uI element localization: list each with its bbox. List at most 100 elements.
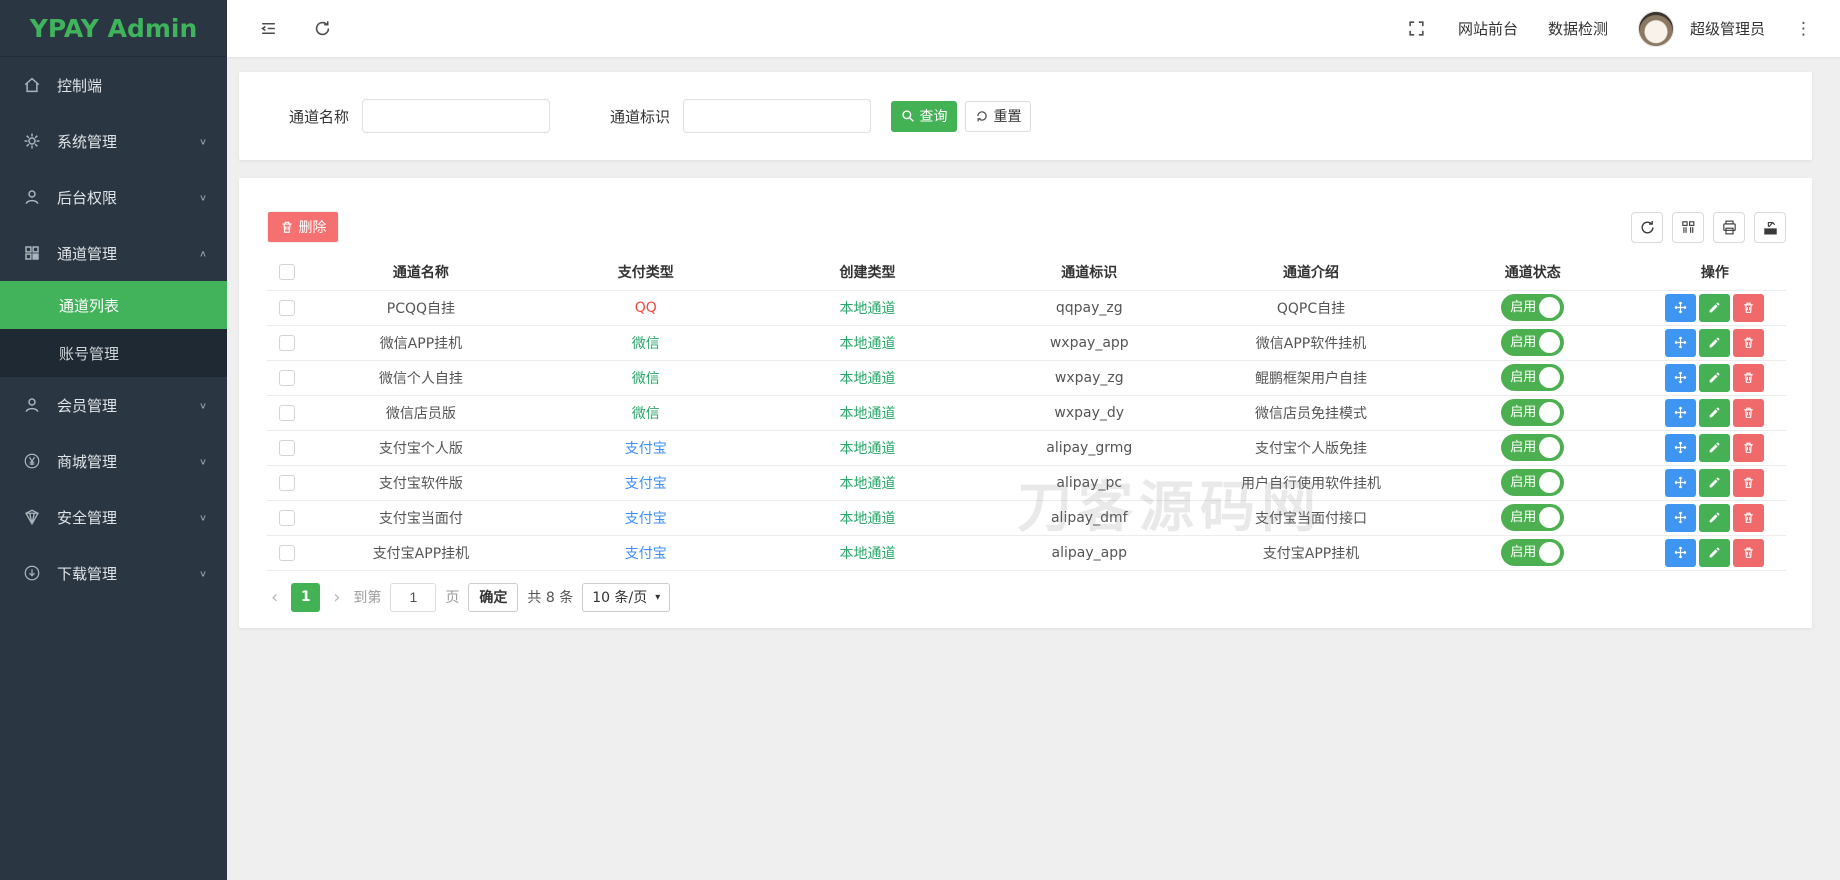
channel-code-cell: alipay_dmf [978,500,1201,536]
status-toggle[interactable]: 启用 [1501,399,1565,426]
delete-row-button[interactable] [1733,328,1765,357]
column-filter-icon[interactable] [1672,211,1704,243]
goto-prefix-label: 到第 [353,590,382,606]
channel-name-cell: PCQQ自挂 [307,290,535,326]
create-type-cell: 本地通道 [756,535,979,571]
edit-icon [1709,302,1720,313]
sidebar-item-system[interactable]: 系统管理 ∨ [0,113,227,169]
row-checkbox[interactable] [279,334,295,351]
toggle-knob-icon [1539,542,1561,563]
brand-logo: YPAY Admin [0,0,227,57]
sidebar-item-download[interactable]: 下载管理 ∨ [0,545,227,601]
row-checkbox[interactable] [279,544,295,561]
delete-row-button[interactable] [1733,468,1765,497]
batch-delete-button[interactable]: 删除 [267,211,339,243]
chevron-down-icon: ∨ [198,135,207,147]
move-row-button[interactable] [1665,363,1697,392]
site-front-link[interactable]: 网站前台 [1458,18,1518,39]
edit-row-button[interactable] [1699,363,1731,392]
pay-type-cell: QQ [534,290,757,326]
refresh-table-icon[interactable] [1631,211,1663,243]
delete-row-button[interactable] [1733,503,1765,532]
row-checkbox[interactable] [279,509,295,526]
status-toggle[interactable]: 启用 [1501,364,1565,391]
goto-page-input[interactable] [390,582,437,612]
sidebar-subitem-channel-list[interactable]: 通道列表 [0,281,227,329]
sidebar-item-permission[interactable]: 后台权限 ∨ [0,169,227,225]
channel-name-cell: 微信APP挂机 [307,325,535,361]
move-row-button[interactable] [1665,293,1697,322]
edit-row-button[interactable] [1699,398,1731,427]
column-header: 通道名称 [307,255,535,291]
trash-icon [1744,337,1754,348]
collapse-sidebar-icon[interactable] [257,18,279,40]
confirm-page-button[interactable]: 确定 [468,582,519,612]
channel-code-input[interactable] [683,99,872,133]
data-check-link[interactable]: 数据检测 [1548,18,1608,39]
pay-type-cell: 支付宝 [534,430,757,466]
more-menu-icon[interactable]: ⋮ [1795,19,1812,39]
edit-row-button[interactable] [1699,503,1731,532]
row-checkbox[interactable] [279,439,295,456]
status-toggle[interactable]: 启用 [1501,329,1565,356]
topbar-left [257,18,333,40]
status-toggle[interactable]: 启用 [1501,539,1565,566]
select-all-checkbox[interactable] [279,264,295,281]
edit-row-button[interactable] [1699,328,1731,357]
user-avatar[interactable] [1637,10,1674,47]
row-checkbox[interactable] [279,474,295,491]
export-icon[interactable] [1754,211,1786,243]
status-toggle[interactable]: 启用 [1501,294,1565,321]
edit-row-button[interactable] [1699,468,1731,497]
move-row-button[interactable] [1665,433,1697,462]
delete-row-button[interactable] [1733,538,1765,567]
channel-name-input[interactable] [362,99,551,133]
channel-desc-cell: 用户自行使用软件挂机 [1200,465,1422,501]
sidebar-item-label: 后台权限 [57,188,118,207]
channel-name-cell: 支付宝软件版 [307,465,535,501]
status-toggle[interactable]: 启用 [1501,434,1565,461]
sidebar-item-label: 系统管理 [57,132,118,151]
sidebar-item-control[interactable]: 控制端 [0,57,227,113]
move-row-button[interactable] [1665,398,1697,427]
trash-icon [1744,547,1754,558]
trash-icon [1744,442,1754,453]
submenu-channel: 通道列表 账号管理 [0,281,227,377]
sidebar-subitem-account-manage[interactable]: 账号管理 [0,329,227,377]
sidebar-item-security[interactable]: 安全管理 ∨ [0,489,227,545]
delete-row-button[interactable] [1733,398,1765,427]
table-row: 支付宝当面付 支付宝 本地通道 alipay_dmf 支付宝当面付接口 启用 [267,500,1786,536]
edit-icon [1709,337,1720,348]
move-row-button[interactable] [1665,468,1697,497]
delete-row-button[interactable] [1733,363,1765,392]
fullscreen-icon[interactable] [1406,18,1428,40]
next-page-button[interactable]: › [329,587,344,608]
sidebar-item-mall[interactable]: 商城管理 ∨ [0,433,227,489]
move-row-button[interactable] [1665,503,1697,532]
toggle-knob-icon [1539,332,1561,353]
move-row-button[interactable] [1665,538,1697,567]
edit-row-button[interactable] [1699,538,1731,567]
username[interactable]: 超级管理员 [1690,18,1765,39]
row-checkbox[interactable] [279,299,295,316]
prev-page-button[interactable]: ‹ [267,587,282,608]
refresh-page-icon[interactable] [311,18,333,40]
edit-row-button[interactable] [1699,433,1731,462]
current-page-button[interactable]: 1 [291,582,321,612]
move-icon [1675,371,1687,384]
delete-row-button[interactable] [1733,293,1765,322]
status-toggle[interactable]: 启用 [1501,504,1565,531]
sidebar-item-channel[interactable]: 通道管理 ∧ [0,225,227,281]
row-checkbox[interactable] [279,369,295,386]
move-row-button[interactable] [1665,328,1697,357]
channel-name-label: 通道名称 [289,107,350,126]
delete-row-button[interactable] [1733,433,1765,462]
query-button[interactable]: 查询 [891,100,958,132]
row-checkbox[interactable] [279,404,295,421]
per-page-select[interactable]: 10 条/页 ▾ [582,582,671,612]
reset-button[interactable]: 重置 [965,100,1032,132]
sidebar-item-member[interactable]: 会员管理 ∨ [0,377,227,433]
print-icon[interactable] [1713,211,1745,243]
status-toggle[interactable]: 启用 [1501,469,1565,496]
edit-row-button[interactable] [1699,293,1731,322]
